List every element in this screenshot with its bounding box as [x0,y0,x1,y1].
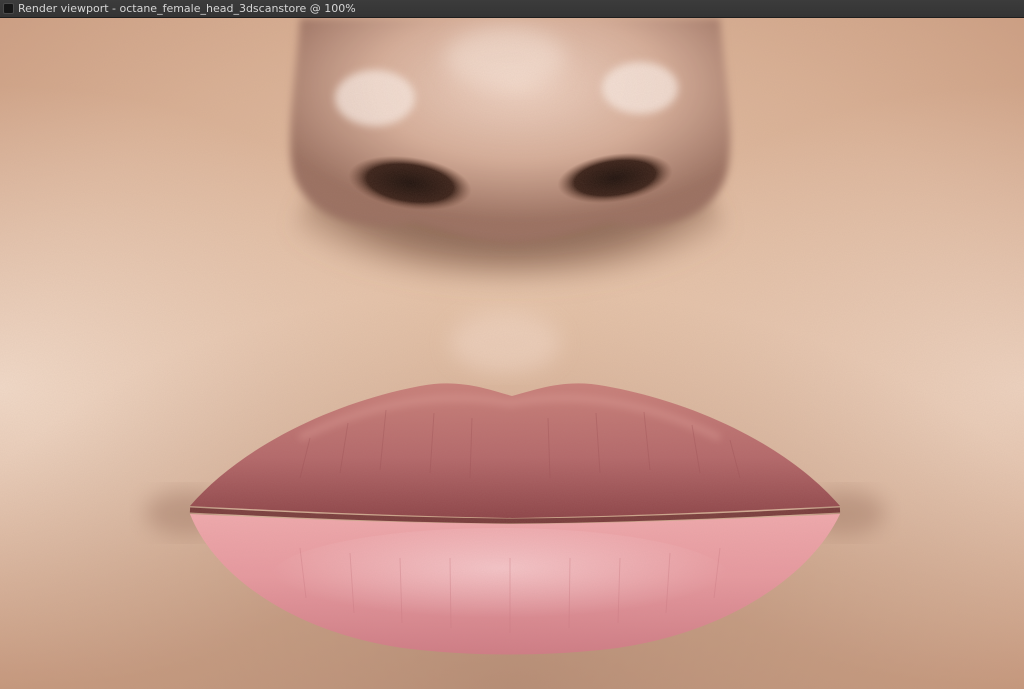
render-viewport[interactable] [0,18,1024,689]
window-title: Render viewport - octane_female_head_3ds… [18,1,356,15]
title-bar[interactable]: Render viewport - octane_female_head_3ds… [0,0,1024,18]
render-image [0,18,1024,689]
render-viewport-window: Render viewport - octane_female_head_3ds… [0,0,1024,689]
window-icon [3,3,14,14]
